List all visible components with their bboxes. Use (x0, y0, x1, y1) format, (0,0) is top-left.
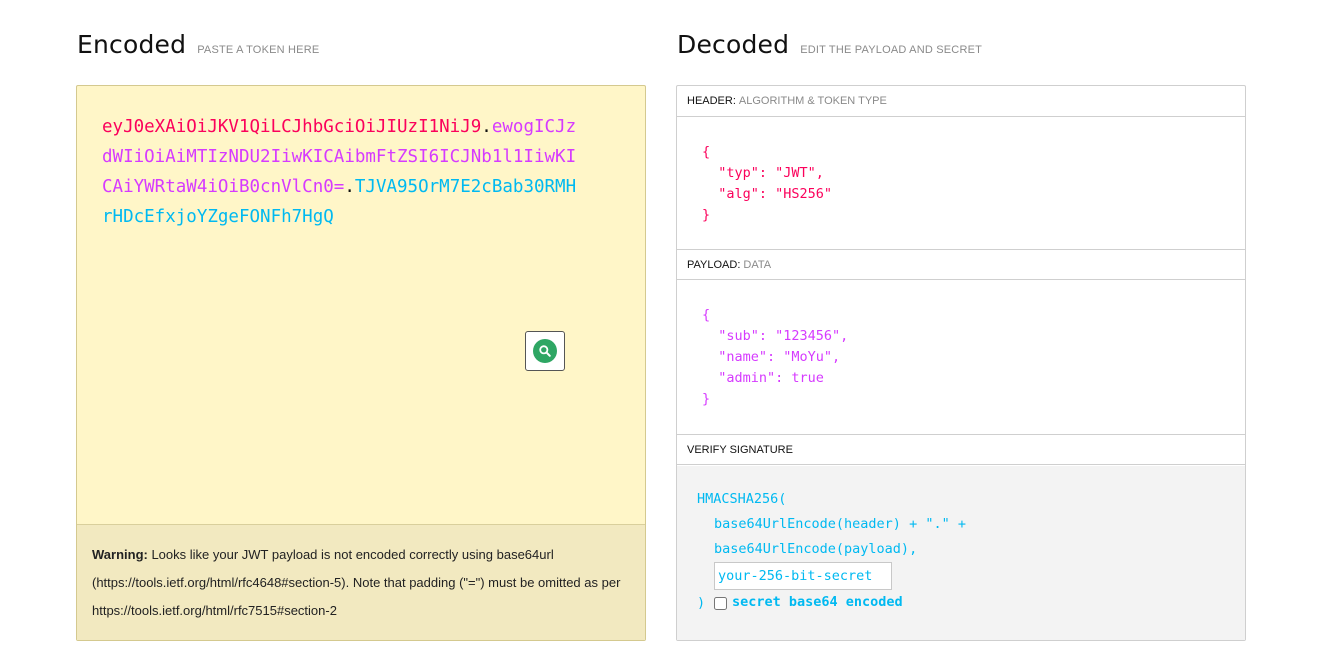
decoded-heading: Decoded EDIT THE PAYLOAD AND SECRET (677, 30, 982, 59)
header-label: HEADER: (687, 95, 736, 107)
sig-close-paren: ) (697, 595, 706, 611)
token-dot: . (344, 177, 355, 197)
encoded-title: Encoded (77, 30, 187, 59)
secret-base64-checkbox[interactable] (714, 597, 727, 610)
payload-json-editor[interactable]: { "sub": "123456", "name": "MoYu", "admi… (702, 305, 848, 410)
secret-base64-label[interactable]: secret base64 encoded (732, 594, 903, 610)
verify-signature-body: HMACSHA256( base64UrlEncode(header) + ".… (677, 466, 1245, 640)
search-icon (533, 339, 557, 363)
payload-warning: Warning: Looks like your JWT payload is … (77, 524, 645, 640)
payload-label: PAYLOAD: (687, 259, 741, 271)
secret-input[interactable] (714, 562, 892, 590)
encoded-heading: Encoded PASTE A TOKEN HERE (77, 30, 319, 59)
sig-function: HMACSHA256( (697, 491, 787, 507)
decoded-title: Decoded (677, 30, 790, 59)
sig-payload-line: base64UrlEncode(payload), (714, 541, 918, 557)
header-section-heading: HEADER: ALGORITHM & TOKEN TYPE (677, 86, 1245, 117)
sig-header-line: base64UrlEncode(header) + "." + (714, 516, 966, 532)
header-sublabel: ALGORITHM & TOKEN TYPE (738, 95, 887, 107)
encoded-subtitle: PASTE A TOKEN HERE (197, 44, 320, 56)
payload-section-heading: PAYLOAD: DATA (677, 249, 1245, 280)
warning-text: Looks like your JWT payload is not encod… (92, 547, 621, 618)
verify-label: VERIFY SIGNATURE (687, 444, 793, 456)
token-text[interactable]: eyJ0eXAiOiJKV1QiLCJhbGciOiJIUzI1NiJ9.ewo… (102, 112, 582, 232)
zoom-button[interactable] (525, 331, 565, 371)
header-json-editor[interactable]: { "typ": "JWT", "alg": "HS256" } (702, 142, 832, 226)
warning-label: Warning: (92, 547, 148, 562)
encoded-token-editor[interactable]: eyJ0eXAiOiJKV1QiLCJhbGciOiJIUzI1NiJ9.ewo… (76, 85, 646, 641)
decoded-subtitle: EDIT THE PAYLOAD AND SECRET (800, 44, 983, 56)
token-dot: . (481, 117, 492, 137)
token-header-part: eyJ0eXAiOiJKV1QiLCJhbGciOiJIUzI1NiJ9 (102, 117, 482, 137)
decoded-panel: HEADER: ALGORITHM & TOKEN TYPE { "typ": "… (676, 85, 1246, 641)
payload-sublabel: DATA (743, 259, 772, 271)
verify-section-heading: VERIFY SIGNATURE (677, 434, 1245, 465)
